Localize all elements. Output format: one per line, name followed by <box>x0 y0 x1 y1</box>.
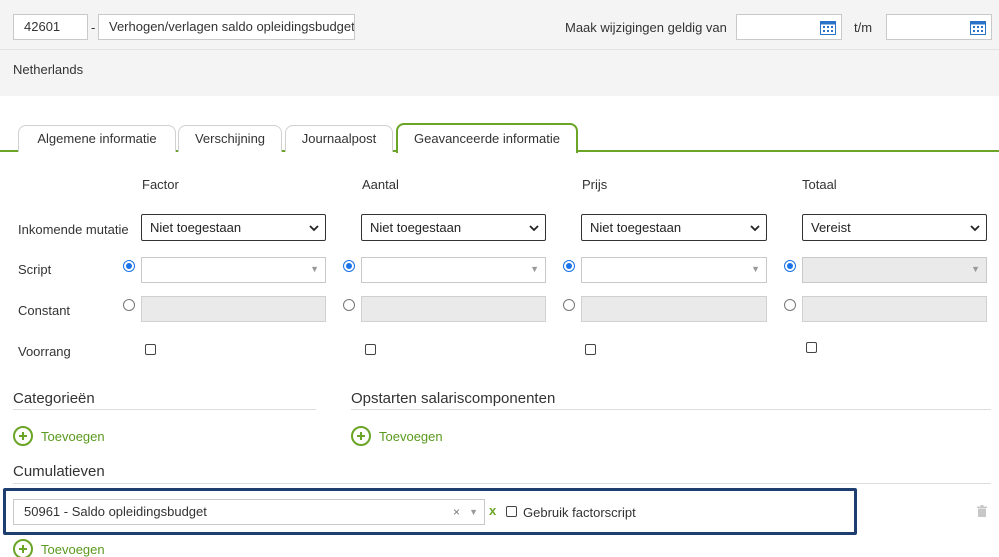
constant-prijs-radio[interactable] <box>563 299 575 311</box>
tab-verschijning[interactable]: Verschijning <box>178 125 282 152</box>
tab-geavanceerde-informatie[interactable]: Geavanceerde informatie <box>396 123 578 153</box>
cumulative-select-value: 50961 - Saldo opleidingsbudget <box>24 504 207 519</box>
row-label-constant: Constant <box>18 303 71 318</box>
script-factor-radio[interactable] <box>123 260 135 272</box>
script-prijs-combo[interactable]: ▼ <box>581 257 767 283</box>
plus-circle-icon <box>13 426 33 446</box>
cumulative-select[interactable]: 50961 - Saldo opleidingsbudget × ▼ <box>13 499 485 525</box>
incoming-aantal-value: Niet toegestaan <box>370 220 462 235</box>
cumulatives-add-label: Toevoegen <box>41 541 105 557</box>
use-factorscript-checkbox[interactable] <box>506 506 517 517</box>
incoming-prijs-value: Niet toegestaan <box>590 220 682 235</box>
script-totaal-radio[interactable] <box>784 260 796 272</box>
constant-totaal-radio[interactable] <box>784 299 796 311</box>
caret-down-icon: ▼ <box>971 264 980 274</box>
incoming-aantal-select[interactable]: Niet toegestaan <box>361 214 546 241</box>
row-label-script: Script <box>18 262 52 277</box>
tab-algemene-informatie[interactable]: Algemene informatie <box>18 125 176 152</box>
chevron-down-icon <box>309 225 319 232</box>
caret-down-icon: ▼ <box>530 264 539 274</box>
startup-components-add-label: Toevoegen <box>379 428 443 444</box>
calendar-icon[interactable] <box>820 20 836 35</box>
row-label-voorrang: Voorrang <box>18 344 71 359</box>
title-field[interactable]: Verhogen/verlagen saldo opleidingsbudget <box>98 14 355 40</box>
constant-totaal-input <box>802 296 987 322</box>
startup-components-title: Opstarten salariscomponenten <box>351 390 556 407</box>
incoming-factor-select[interactable]: Niet toegestaan <box>141 214 326 241</box>
caret-down-icon: ▼ <box>310 264 319 274</box>
startup-components-add-button[interactable]: Toevoegen <box>351 426 443 446</box>
incoming-totaal-select[interactable]: Vereist <box>802 214 987 241</box>
cumulatives-title: Cumulatieven <box>13 463 105 480</box>
tab-journaalpost[interactable]: Journaalpost <box>285 125 393 152</box>
plus-circle-icon <box>351 426 371 446</box>
row-label-inkomende-mutatie: Inkomende mutatie <box>18 222 129 237</box>
chevron-down-icon <box>970 225 980 232</box>
clear-icon[interactable]: × <box>453 500 460 524</box>
incoming-totaal-value: Vereist <box>811 220 851 235</box>
plus-circle-icon <box>13 539 33 557</box>
priority-factor-checkbox[interactable] <box>145 344 156 355</box>
cumulatives-add-button[interactable]: Toevoegen <box>13 539 105 557</box>
incoming-prijs-select[interactable]: Niet toegestaan <box>581 214 767 241</box>
caret-down-icon: ▼ <box>469 507 478 517</box>
constant-prijs-input <box>581 296 767 322</box>
use-factorscript-label: Gebruik factorscript <box>523 505 636 520</box>
categories-add-button[interactable]: Toevoegen <box>13 426 105 446</box>
priority-totaal-checkbox[interactable] <box>806 342 817 353</box>
script-factor-combo[interactable]: ▼ <box>141 257 326 283</box>
script-totaal-combo: ▼ <box>802 257 987 283</box>
startup-components-divider <box>351 409 991 410</box>
code-field[interactable]: 42601 <box>13 14 88 40</box>
column-header-prijs: Prijs <box>582 177 608 192</box>
script-aantal-combo[interactable]: ▼ <box>361 257 546 283</box>
code-title-separator: - <box>91 20 96 35</box>
valid-from-label: Maak wijzigingen geldig van <box>565 20 727 35</box>
remove-cumulative-icon[interactable]: x <box>489 503 496 518</box>
priority-aantal-checkbox[interactable] <box>365 344 376 355</box>
constant-factor-input <box>141 296 326 322</box>
caret-down-icon: ▼ <box>751 264 760 274</box>
header-divider <box>0 49 999 50</box>
cumulatives-divider <box>13 483 991 484</box>
valid-to-label: t/m <box>854 20 873 35</box>
priority-prijs-checkbox[interactable] <box>585 344 596 355</box>
country-label: Netherlands <box>13 62 84 77</box>
categories-title: Categorieën <box>13 390 95 407</box>
calendar-icon[interactable] <box>970 20 986 35</box>
column-header-totaal: Totaal <box>802 177 837 192</box>
chevron-down-icon <box>529 225 539 232</box>
incoming-factor-value: Niet toegestaan <box>150 220 242 235</box>
script-prijs-radio[interactable] <box>563 260 575 272</box>
categories-add-label: Toevoegen <box>41 428 105 444</box>
constant-aantal-input <box>361 296 546 322</box>
script-aantal-radio[interactable] <box>343 260 355 272</box>
chevron-down-icon <box>750 225 760 232</box>
trash-icon[interactable] <box>977 505 987 517</box>
categories-divider <box>13 409 316 410</box>
constant-factor-radio[interactable] <box>123 299 135 311</box>
column-header-aantal: Aantal <box>362 177 399 192</box>
constant-aantal-radio[interactable] <box>343 299 355 311</box>
column-header-factor: Factor <box>142 177 179 192</box>
